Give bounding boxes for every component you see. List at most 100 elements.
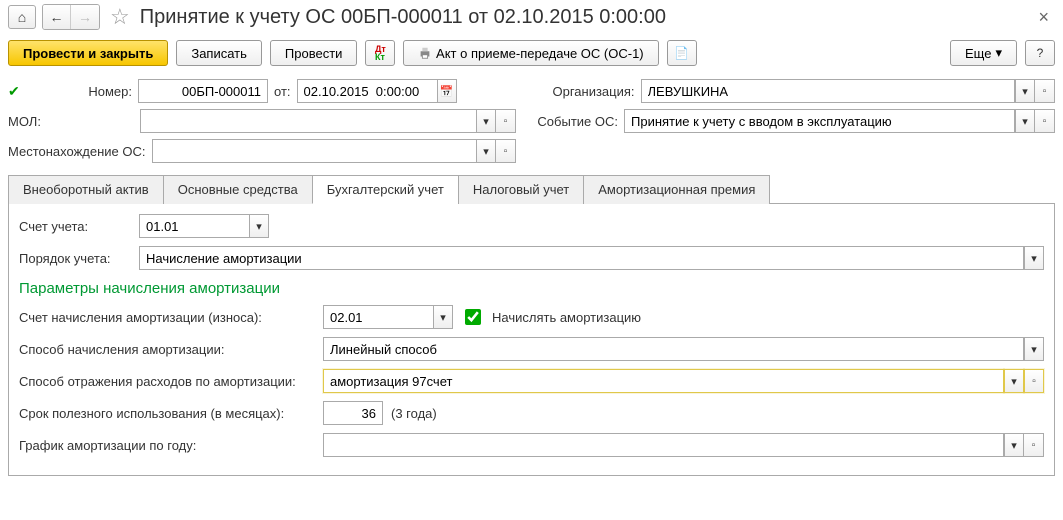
schedule-label: График амортизации по году:: [19, 438, 315, 453]
depr-section-title: Параметры начисления амортизации: [19, 280, 1044, 297]
home-button[interactable]: ⌂: [8, 5, 36, 29]
page-title: Принятие к учету ОС 00БП-000011 от 02.10…: [140, 6, 1027, 29]
print-act-label: Акт о приеме-передаче ОС (ОС-1): [436, 46, 644, 61]
order-input[interactable]: [139, 246, 1024, 270]
event-label: Событие ОС:: [522, 114, 618, 129]
account-group: ▾: [139, 214, 269, 238]
order-group: ▾: [139, 246, 1044, 270]
method-input[interactable]: [323, 337, 1024, 361]
calendar-icon: [440, 85, 454, 98]
expense-dropdown[interactable]: ▾: [1004, 369, 1024, 393]
depr-account-input[interactable]: [323, 305, 433, 329]
expense-open[interactable]: [1024, 369, 1044, 393]
open-icon: [1032, 375, 1036, 387]
mol-dropdown[interactable]: ▾: [476, 109, 496, 133]
help-button[interactable]: ?: [1025, 40, 1055, 66]
open-icon: [504, 115, 508, 127]
more-button[interactable]: Еще▾: [950, 40, 1017, 66]
schedule-open[interactable]: [1024, 433, 1044, 457]
compute-depr-checkbox[interactable]: [465, 309, 481, 325]
tab-fixed-assets[interactable]: Основные средства: [163, 175, 313, 204]
mol-label: МОЛ:: [8, 114, 134, 129]
tab-noncurrent-asset[interactable]: Внеоборотный актив: [8, 175, 164, 204]
location-input[interactable]: [152, 139, 476, 163]
open-icon: [1043, 115, 1047, 127]
life-hint: (3 года): [391, 406, 437, 421]
location-open[interactable]: [496, 139, 516, 163]
row-schedule: График амортизации по году: ▾: [19, 433, 1044, 457]
close-icon[interactable]: ×: [1032, 7, 1055, 28]
post-and-close-button[interactable]: Провести и закрыть: [8, 40, 168, 66]
save-button[interactable]: Записать: [176, 40, 262, 66]
tab-accounting[interactable]: Бухгалтерский учет: [312, 175, 459, 204]
order-label: Порядок учета:: [19, 251, 131, 266]
calendar-button[interactable]: [437, 79, 457, 103]
printer-icon: [418, 46, 432, 60]
method-group: ▾: [323, 337, 1044, 361]
attachment-button[interactable]: 📄: [667, 40, 697, 66]
org-group: ▾: [641, 79, 1055, 103]
number-input[interactable]: [138, 79, 268, 103]
number-label: Номер:: [34, 84, 132, 99]
more-label: Еще: [965, 46, 991, 61]
org-input[interactable]: [641, 79, 1015, 103]
depr-account-label: Счет начисления амортизации (износа):: [19, 310, 315, 325]
method-label: Способ начисления амортизации:: [19, 342, 315, 357]
back-button[interactable]: ←: [43, 5, 71, 29]
schedule-input[interactable]: [323, 433, 1004, 457]
favorite-star-icon[interactable]: ☆: [106, 4, 134, 30]
tab-bonus[interactable]: Амортизационная премия: [583, 175, 770, 204]
row-depr-account: Счет начисления амортизации (износа): ▾ …: [19, 305, 1044, 329]
event-open[interactable]: [1035, 109, 1055, 133]
tab-tax[interactable]: Налоговый учет: [458, 175, 584, 204]
row-expense: Способ отражения расходов по амортизации…: [19, 369, 1044, 393]
open-icon: [1043, 85, 1047, 97]
row-life: Срок полезного использования (в месяцах)…: [19, 401, 1044, 425]
life-input[interactable]: [323, 401, 383, 425]
expense-input[interactable]: [323, 369, 1004, 393]
order-dropdown[interactable]: ▾: [1024, 246, 1044, 270]
from-label: от:: [274, 84, 291, 99]
expense-label: Способ отражения расходов по амортизации…: [19, 374, 315, 389]
tab-body-accounting: Счет учета: ▾ Порядок учета: ▾ Параметры…: [8, 204, 1055, 476]
life-label: Срок полезного использования (в месяцах)…: [19, 406, 315, 421]
row-order: Порядок учета: ▾: [19, 246, 1044, 270]
location-label: Местонахождение ОС:: [8, 144, 146, 159]
posted-icon: ✔: [8, 83, 28, 100]
print-act-button[interactable]: Акт о приеме-передаче ОС (ОС-1): [403, 40, 658, 66]
open-icon: [1032, 439, 1036, 451]
event-group: ▾: [624, 109, 1055, 133]
event-dropdown[interactable]: ▾: [1015, 109, 1035, 133]
open-icon: [504, 145, 508, 157]
row-method: Способ начисления амортизации: ▾: [19, 337, 1044, 361]
account-dropdown[interactable]: ▾: [249, 214, 269, 238]
post-button[interactable]: Провести: [270, 40, 358, 66]
location-group: ▾: [152, 139, 516, 163]
mol-group: ▾: [140, 109, 516, 133]
depr-account-dropdown[interactable]: ▾: [433, 305, 453, 329]
org-label: Организация:: [539, 84, 635, 99]
row-location: Местонахождение ОС: ▾: [0, 136, 1063, 166]
method-dropdown[interactable]: ▾: [1024, 337, 1044, 361]
nav-group: ← →: [42, 4, 100, 30]
dtkt-icon[interactable]: ДтКт: [365, 40, 395, 66]
row-account: Счет учета: ▾: [19, 214, 1044, 238]
org-dropdown[interactable]: ▾: [1015, 79, 1035, 103]
tabs: Внеоборотный актив Основные средства Бух…: [8, 174, 1055, 204]
schedule-dropdown[interactable]: ▾: [1004, 433, 1024, 457]
org-open[interactable]: [1035, 79, 1055, 103]
location-dropdown[interactable]: ▾: [476, 139, 496, 163]
toolbar: Провести и закрыть Записать Провести ДтК…: [0, 34, 1063, 76]
forward-button[interactable]: →: [71, 5, 99, 29]
date-group: [297, 79, 457, 103]
event-input[interactable]: [624, 109, 1015, 133]
row-mol: МОЛ: ▾ Событие ОС: ▾: [0, 106, 1063, 136]
depr-account-group: ▾: [323, 305, 453, 329]
account-label: Счет учета:: [19, 219, 131, 234]
mol-open[interactable]: [496, 109, 516, 133]
compute-depr-label: Начислять амортизацию: [492, 310, 641, 325]
date-input[interactable]: [297, 79, 437, 103]
account-input[interactable]: [139, 214, 249, 238]
schedule-group: ▾: [323, 433, 1044, 457]
mol-input[interactable]: [140, 109, 476, 133]
